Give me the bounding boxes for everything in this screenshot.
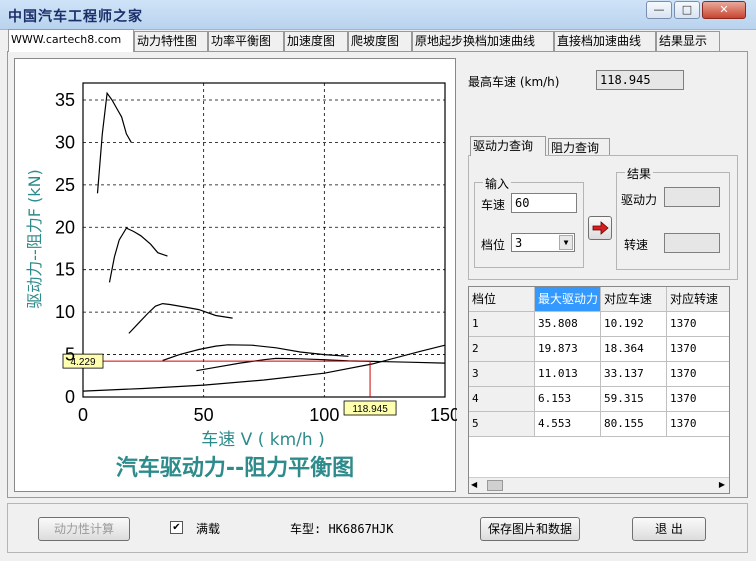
tab-website[interactable]: WWW.cartech8.com [8, 29, 134, 52]
vehicle-model-label: 车型: HK6867HJK [290, 522, 394, 536]
title-bar: 中国汽车工程师之家 — □ ✕ [0, 0, 756, 30]
table-horizontal-scrollbar[interactable]: ◀ ▶ [469, 477, 729, 493]
table-cell-rpm[interactable]: 1370 [667, 387, 729, 412]
table-row-gear[interactable]: 2 [469, 337, 535, 362]
y-tick-label: 15 [55, 260, 75, 280]
window-title: 中国汽车工程师之家 [8, 9, 143, 25]
table-cell-force[interactable]: 35.808 [535, 312, 601, 337]
x-axis-label: 车速 V ( km/h ) [201, 430, 324, 450]
speed-input[interactable]: 60 [511, 193, 577, 213]
gear-select[interactable]: 3 ▼ [511, 233, 575, 252]
table-cell-speed[interactable]: 10.192 [601, 312, 667, 337]
table-row-gear[interactable]: 1 [469, 312, 535, 337]
chart-svg: 4.229118.945 0 50 100 15005101520253035 车速 … [25, 82, 457, 481]
gear-label: 档位 [481, 238, 506, 252]
result-group-label: 结果 [625, 165, 654, 182]
tab-climbing[interactable]: 爬坡度图 [348, 31, 412, 52]
table-cell-rpm[interactable]: 1370 [667, 312, 729, 337]
x-tick-label: 150 [430, 405, 457, 425]
tab-power-balance[interactable]: 功率平衡图 [208, 31, 284, 52]
close-button[interactable]: ✕ [702, 1, 746, 19]
table-cell-speed[interactable]: 59.315 [601, 387, 667, 412]
gear-select-value: 3 [515, 236, 523, 250]
subtab-drive-force-query[interactable]: 驱动力查询 [470, 136, 546, 156]
minimize-button[interactable]: — [646, 1, 672, 19]
x-tick-label: 0 [78, 405, 88, 425]
table-cell-force[interactable]: 19.873 [535, 337, 601, 362]
table-cell-speed[interactable]: 80.155 [601, 412, 667, 437]
scrollbar-thumb[interactable] [487, 480, 503, 491]
exit-button[interactable]: 退 出 [632, 517, 706, 541]
force-output [664, 187, 720, 207]
table-row-gear[interactable]: 4 [469, 387, 535, 412]
y-axis-label: 驱动力--阻力F (kN) [25, 169, 44, 309]
chevron-right-icon[interactable]: ▶ [719, 480, 725, 489]
full-load-label: 满载 [196, 522, 221, 536]
speed-label: 车速 [481, 198, 506, 212]
table-header-max-force[interactable]: 最大驱动力 [535, 287, 601, 312]
x-tick-label: 100 [309, 405, 339, 425]
force-label: 驱动力 [621, 193, 658, 207]
table-cell-speed[interactable]: 33.137 [601, 362, 667, 387]
save-button[interactable]: 保存图片和数据 [480, 517, 580, 541]
chevron-left-icon[interactable]: ◀ [471, 480, 477, 489]
max-speed-value: 118.945 [596, 70, 684, 90]
max-speed-label: 最高车速 (km/h) [468, 75, 560, 89]
table-cell-speed[interactable]: 18.364 [601, 337, 667, 362]
chevron-down-icon[interactable]: ▼ [559, 235, 573, 250]
rpm-output [664, 233, 720, 253]
tab-start-shift-acceleration[interactable]: 原地起步换档加速曲线 [412, 31, 554, 52]
balance-chart: 4.229 118.945 0 50 100 150 0 5 10 15 20 25 30 35 车速 … [14, 58, 457, 492]
tab-direct-gear-acceleration[interactable]: 直接档加速曲线 [554, 31, 656, 52]
tab-power-characteristic[interactable]: 动力特性图 [134, 31, 208, 52]
maximize-button[interactable]: □ [674, 1, 700, 19]
gear-table: 档位 最大驱动力 对应车速 对应转速 1 35.808 10.192 1370 … [468, 286, 730, 494]
table-cell-force[interactable]: 4.553 [535, 412, 601, 437]
tab-acceleration[interactable]: 加速度图 [284, 31, 348, 52]
table-cell-force[interactable]: 6.153 [535, 387, 601, 412]
arrow-right-icon [592, 221, 609, 235]
plot-frame [82, 82, 446, 398]
y-tick-label: 25 [55, 175, 75, 195]
y-tick-label: 35 [55, 90, 75, 110]
rpm-label: 转速 [624, 238, 649, 252]
table-cell-rpm[interactable]: 1370 [667, 412, 729, 437]
y-tick-label: 20 [55, 217, 75, 237]
x-value-label: 118.945 [352, 404, 388, 415]
calc-button[interactable]: 动力性计算 [38, 517, 130, 541]
chart-title: 汽车驱动力--阻力平衡图 [116, 455, 354, 481]
x-tick-label: 50 [194, 405, 214, 425]
subtab-resistance-query[interactable]: 阻力查询 [548, 138, 610, 156]
input-group-label: 输入 [483, 175, 512, 192]
table-cell-rpm[interactable]: 1370 [667, 337, 729, 362]
table-header-gear[interactable]: 档位 [469, 287, 535, 312]
y-tick-label: 10 [55, 302, 75, 322]
y-tick-label: 30 [55, 132, 75, 152]
y-tick-label: 5 [65, 345, 75, 365]
table-row-gear[interactable]: 5 [469, 412, 535, 437]
table-header-speed[interactable]: 对应车速 [601, 287, 667, 312]
full-load-checkbox[interactable]: ✔ [170, 521, 183, 534]
tab-results[interactable]: 结果显示 [656, 31, 720, 52]
table-cell-force[interactable]: 11.013 [535, 362, 601, 387]
table-header-rpm[interactable]: 对应转速 [667, 287, 729, 312]
table-cell-rpm[interactable]: 1370 [667, 362, 729, 387]
table-row-gear[interactable]: 3 [469, 362, 535, 387]
query-arrow-button[interactable] [588, 216, 612, 240]
y-tick-label: 0 [65, 387, 75, 407]
